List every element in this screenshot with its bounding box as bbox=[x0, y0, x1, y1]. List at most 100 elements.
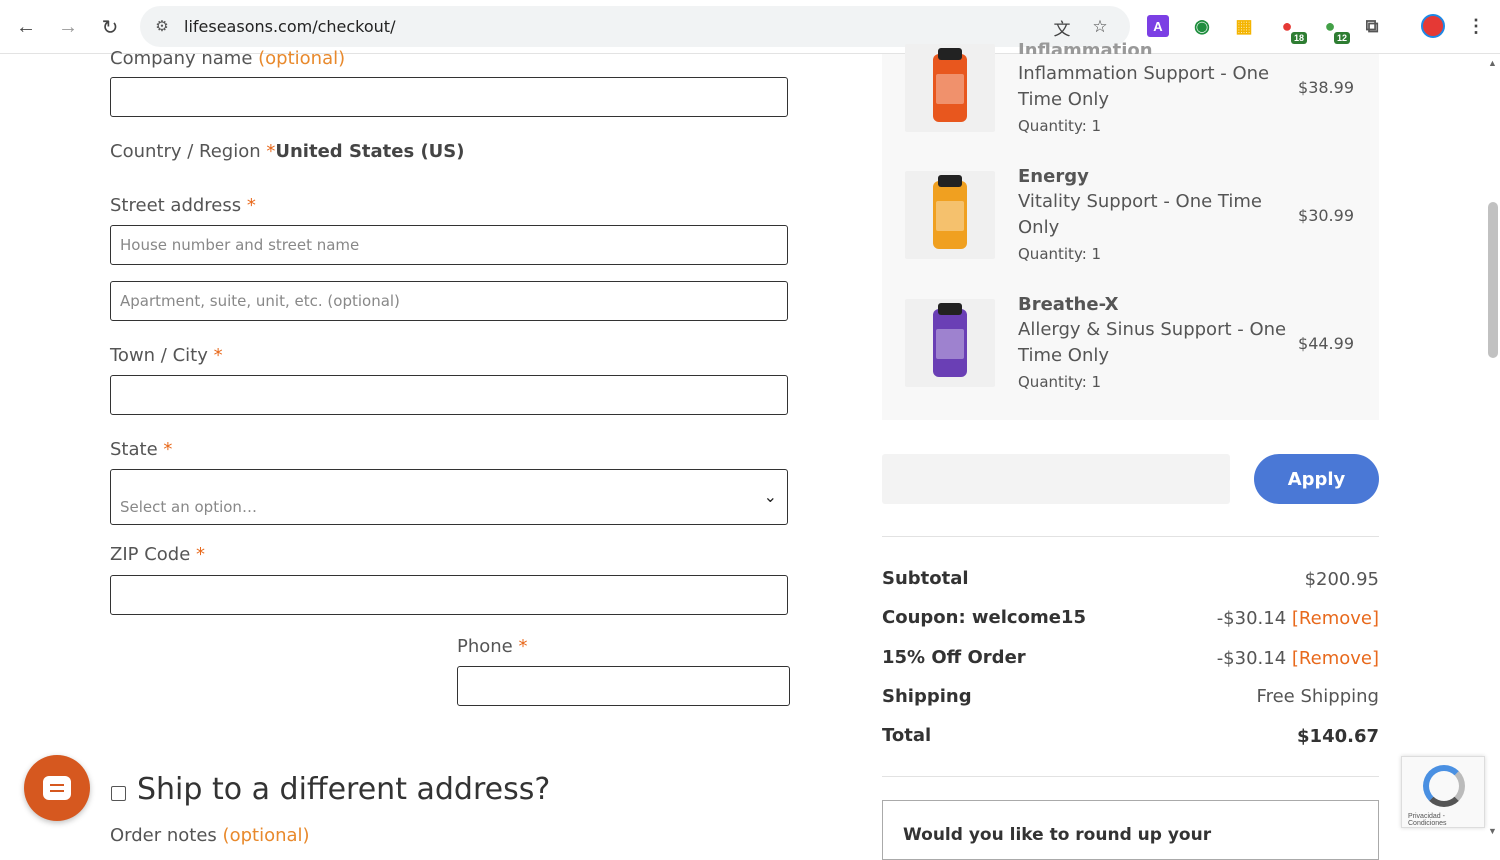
ship-different-label[interactable]: Ship to a different address? bbox=[137, 772, 550, 807]
extension-green-icon[interactable]: ● 12 bbox=[1318, 14, 1350, 44]
item-description: Vitality Support - One Time Only bbox=[1018, 191, 1262, 238]
remove-discount-link[interactable]: [Remove] bbox=[1292, 648, 1379, 669]
coupon-value: -$30.14 [Remove] bbox=[1217, 608, 1379, 629]
divider bbox=[882, 536, 1379, 537]
city-input[interactable] bbox=[110, 375, 788, 415]
required-star: * bbox=[196, 544, 206, 565]
extensions-puzzle-icon[interactable]: ⧉ bbox=[1360, 14, 1384, 38]
remove-coupon-link[interactable]: [Remove] bbox=[1292, 608, 1379, 629]
required-star: * bbox=[246, 195, 256, 216]
state-select-value: Select an option… bbox=[120, 498, 257, 516]
order-notes-label-text: Order notes bbox=[110, 825, 217, 846]
order-notes-label: Order notes (optional) bbox=[110, 825, 310, 846]
scrollbar[interactable] bbox=[1484, 54, 1500, 839]
url-text[interactable]: lifeseasons.com/checkout/ bbox=[184, 17, 395, 36]
apply-coupon-button[interactable]: Apply bbox=[1254, 454, 1379, 504]
item-name: Energy bbox=[1018, 166, 1089, 187]
extension-red-icon[interactable]: ● 18 bbox=[1275, 14, 1307, 44]
item-description: Allergy & Sinus Support - One Time Only bbox=[1018, 319, 1287, 366]
city-label: Town / City * bbox=[110, 345, 223, 366]
coupon-code-input[interactable] bbox=[882, 454, 1230, 504]
street-label-text: Street address bbox=[110, 195, 242, 216]
street-label: Street address * bbox=[110, 195, 256, 216]
required-star: * bbox=[518, 636, 528, 657]
coupon-label: Coupon: welcome15 bbox=[882, 607, 1086, 628]
profile-avatar[interactable] bbox=[1421, 14, 1445, 38]
zip-label-text: ZIP Code bbox=[110, 544, 191, 565]
translate-icon[interactable]: 文 bbox=[1050, 15, 1074, 39]
item-price: $44.99 bbox=[1298, 334, 1354, 353]
extension-badge: 18 bbox=[1290, 32, 1307, 44]
required-star: * bbox=[213, 345, 223, 366]
item-quantity: Quantity: 1 bbox=[1018, 117, 1102, 135]
item-price: $38.99 bbox=[1298, 78, 1354, 97]
shipping-label: Shipping bbox=[882, 686, 972, 707]
reload-icon[interactable]: ↻ bbox=[96, 13, 124, 41]
extension-badge: 12 bbox=[1333, 32, 1350, 44]
extension-grammar-icon[interactable]: ◉ bbox=[1190, 14, 1214, 38]
discount-value: -$30.14 [Remove] bbox=[1217, 648, 1379, 669]
item-price: $30.99 bbox=[1298, 206, 1354, 225]
recaptcha-icon bbox=[1423, 765, 1465, 807]
roundup-donation-box: Would you like to round up your bbox=[882, 800, 1379, 860]
product-image bbox=[905, 44, 995, 132]
ship-different-checkbox[interactable] bbox=[111, 786, 126, 801]
company-label-text: Company name bbox=[110, 48, 253, 69]
phone-input[interactable] bbox=[457, 666, 790, 706]
state-label: State * bbox=[110, 439, 172, 460]
scrollbar-thumb[interactable] bbox=[1488, 202, 1498, 358]
extension-a-icon[interactable]: A bbox=[1147, 15, 1169, 37]
product-image bbox=[905, 299, 995, 387]
item-quantity: Quantity: 1 bbox=[1018, 245, 1102, 263]
discount-label: 15% Off Order bbox=[882, 647, 1026, 668]
scroll-up-arrow[interactable]: ▲ bbox=[1488, 58, 1497, 68]
discount-amount: -$30.14 bbox=[1216, 648, 1287, 669]
company-input[interactable] bbox=[110, 77, 788, 117]
chat-icon bbox=[43, 776, 71, 800]
bottle-image bbox=[933, 303, 967, 377]
street-address-2-input[interactable] bbox=[110, 281, 788, 321]
recaptcha-badge[interactable]: Privacidad - Condiciones bbox=[1401, 756, 1485, 828]
company-label: Company name (optional) bbox=[110, 48, 345, 69]
bottle-image bbox=[933, 48, 967, 122]
back-icon[interactable]: ← bbox=[12, 13, 40, 41]
street-address-input[interactable] bbox=[110, 225, 788, 265]
recaptcha-text: Privacidad - Condiciones bbox=[1408, 813, 1447, 827]
item-name: Breathe-X bbox=[1018, 294, 1119, 315]
browser-toolbar: ← → ↻ ⚙ lifeseasons.com/checkout/ 文 ☆ A … bbox=[0, 0, 1500, 54]
product-image bbox=[905, 171, 995, 259]
chat-button[interactable] bbox=[24, 755, 90, 821]
country-label: Country / Region *United States (US) bbox=[110, 141, 464, 162]
item-name: Inflammation bbox=[1018, 40, 1153, 54]
optional-tag: (optional) bbox=[222, 825, 310, 846]
forward-icon[interactable]: → bbox=[54, 13, 82, 41]
state-select[interactable]: Select an option… ⌄ bbox=[110, 469, 788, 525]
shipping-value: Free Shipping bbox=[1256, 686, 1379, 707]
scroll-down-arrow[interactable]: ▼ bbox=[1488, 826, 1497, 836]
country-value: United States (US) bbox=[275, 141, 465, 162]
optional-tag: (optional) bbox=[258, 48, 346, 69]
required-star: * bbox=[163, 439, 173, 460]
total-value: $140.67 bbox=[1297, 726, 1379, 747]
country-label-text: Country / Region bbox=[110, 141, 261, 162]
phone-label-text: Phone bbox=[457, 636, 513, 657]
state-label-text: State bbox=[110, 439, 158, 460]
chevron-down-icon: ⌄ bbox=[763, 489, 777, 506]
site-settings-icon[interactable]: ⚙ bbox=[152, 16, 172, 36]
roundup-text: Would you like to round up your bbox=[903, 825, 1212, 845]
zip-label: ZIP Code * bbox=[110, 544, 205, 565]
divider bbox=[882, 776, 1379, 777]
zip-input[interactable] bbox=[110, 575, 788, 615]
city-label-text: Town / City bbox=[110, 345, 208, 366]
total-label: Total bbox=[882, 725, 932, 746]
browser-menu-icon[interactable]: ⋮ bbox=[1464, 14, 1488, 38]
extension-grid-icon[interactable]: ▦ bbox=[1232, 14, 1256, 38]
phone-label: Phone * bbox=[457, 636, 528, 657]
item-description: Inflammation Support - One Time Only bbox=[1018, 63, 1270, 110]
bookmark-star-icon[interactable]: ☆ bbox=[1088, 15, 1112, 39]
item-quantity: Quantity: 1 bbox=[1018, 373, 1102, 391]
bottle-image bbox=[933, 175, 967, 249]
subtotal-value: $200.95 bbox=[1304, 569, 1379, 590]
address-bar[interactable]: ⚙ lifeseasons.com/checkout/ 文 ☆ bbox=[140, 6, 1130, 47]
subtotal-label: Subtotal bbox=[882, 568, 969, 589]
